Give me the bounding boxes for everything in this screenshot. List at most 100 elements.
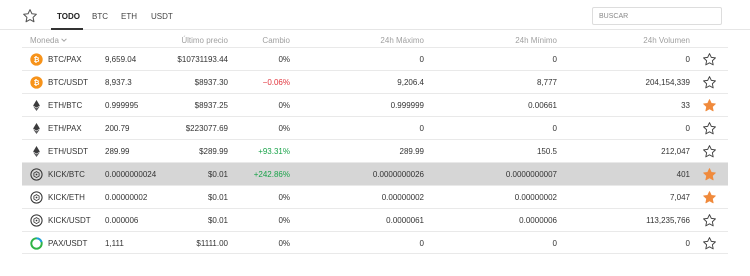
- pair-label: BTC/USDT: [48, 78, 88, 87]
- table-row[interactable]: KICK/BTC 0.0000000024 $0.01 +242.86% 0.00000…: [22, 162, 728, 185]
- change-value: +93.31%: [258, 147, 290, 156]
- last-value: 0.000006: [105, 216, 139, 225]
- last-price: $0.01: [207, 193, 228, 202]
- low-value: 0.0000006: [519, 216, 557, 225]
- low-value: 0: [552, 239, 557, 248]
- star-filled-icon[interactable]: [702, 167, 717, 182]
- low-value: 0.00661: [528, 101, 557, 110]
- table-row[interactable]: BTC/PAX 9,659.04 $10731193.44 0% 0 0 0: [22, 47, 728, 70]
- table-row[interactable]: ETH/BTC 0.999995 $8937.25 0% 0.999999 0.00661…: [22, 93, 728, 116]
- table-row[interactable]: KICK/ETH 0.00000002 $0.01 0% 0.00000002 0.000…: [22, 185, 728, 208]
- btc-icon: [30, 53, 43, 66]
- high-value: 9,206.4: [397, 78, 424, 87]
- star-filled-icon[interactable]: [702, 98, 717, 113]
- last-price: $0.01: [207, 170, 228, 179]
- table-row[interactable]: ETH/PAX 200.79 $223077.69 0% 0 0 0: [22, 116, 728, 139]
- star-outline-icon[interactable]: [702, 121, 717, 136]
- last-value: 289.99: [105, 147, 130, 156]
- table-row[interactable]: ETH/USDT 289.99 $289.99 +93.31% 289.99 150.5 2…: [22, 139, 728, 162]
- eth-icon: [30, 145, 43, 158]
- high-value: 0: [419, 239, 424, 248]
- low-value: 0.0000000007: [505, 170, 557, 179]
- low-value: 0: [552, 55, 557, 64]
- pair-label: KICK/USDT: [48, 216, 91, 225]
- star-outline-icon[interactable]: [702, 213, 717, 228]
- pair-label: ETH/BTC: [48, 101, 83, 110]
- change-value: +242.86%: [253, 170, 290, 179]
- volume-value: 0: [685, 55, 690, 64]
- search-input[interactable]: [592, 7, 722, 25]
- column-header-last-price: Último precio: [181, 36, 228, 45]
- column-header-volume: 24h Volumen: [643, 36, 690, 45]
- favorites-star-icon[interactable]: [22, 8, 38, 24]
- eth-icon: [30, 122, 43, 135]
- pair-label: KICK/ETH: [48, 193, 85, 202]
- last-value: 200.79: [105, 124, 130, 133]
- eth-icon: [30, 99, 43, 112]
- high-value: 0.0000061: [386, 216, 424, 225]
- tab-todo[interactable]: TODO: [57, 12, 80, 21]
- star-outline-icon[interactable]: [702, 144, 717, 159]
- star-outline-icon[interactable]: [702, 236, 717, 251]
- kick-icon: [30, 191, 43, 204]
- tab-btc[interactable]: BTC: [92, 12, 108, 21]
- last-price: $1111.00: [196, 239, 228, 248]
- volume-value: 401: [676, 170, 690, 179]
- pair-label: ETH/PAX: [48, 124, 82, 133]
- pair-label: PAX/USDT: [48, 239, 88, 248]
- change-value: 0%: [278, 124, 290, 133]
- low-value: 0: [552, 124, 557, 133]
- last-price: $0.01: [207, 216, 228, 225]
- last-value: 9,659.04: [105, 55, 137, 64]
- volume-value: 33: [681, 101, 690, 110]
- pax-icon: [30, 237, 43, 250]
- high-value: 0.00000002: [381, 193, 424, 202]
- tab-eth[interactable]: ETH: [121, 12, 137, 21]
- last-price: $289.99: [199, 147, 228, 156]
- pair-label: BTC/PAX: [48, 55, 82, 64]
- last-value: 0.999995: [105, 101, 139, 110]
- last-price: $8937.25: [194, 101, 228, 110]
- column-header-low: 24h Mínimo: [515, 36, 557, 45]
- chevron-down-icon[interactable]: [60, 36, 68, 44]
- high-value: 0.999999: [390, 101, 424, 110]
- last-value: 1,111: [105, 239, 124, 248]
- kick-icon: [30, 214, 43, 227]
- tab-usdt[interactable]: USDT: [151, 12, 173, 21]
- change-value: −0.06%: [262, 78, 290, 87]
- last-price: $223077.69: [185, 124, 228, 133]
- star-outline-icon[interactable]: [702, 75, 717, 90]
- high-value: 0: [419, 55, 424, 64]
- change-value: 0%: [278, 239, 290, 248]
- last-price: $10731193.44: [177, 55, 228, 64]
- high-value: 289.99: [399, 147, 424, 156]
- volume-value: 0: [685, 124, 690, 133]
- volume-value: 212,047: [661, 147, 690, 156]
- volume-value: 7,047: [669, 193, 690, 202]
- volume-value: 113,235,766: [646, 216, 690, 225]
- last-price: $8937.30: [194, 78, 228, 87]
- table-row[interactable]: PAX/USDT 1,111 $1111.00 0% 0 0 0: [22, 231, 728, 254]
- low-value: 150.5: [536, 147, 557, 156]
- high-value: 0.0000000026: [372, 170, 424, 179]
- kick-icon: [30, 168, 43, 181]
- column-header-change: Cambio: [262, 36, 290, 45]
- change-value: 0%: [278, 101, 290, 110]
- column-header-coin[interactable]: Moneda: [30, 36, 59, 45]
- last-value: 0.0000000024: [105, 170, 157, 179]
- last-value: 0.00000002: [105, 193, 148, 202]
- low-value: 8,777: [536, 78, 557, 87]
- star-outline-icon[interactable]: [702, 52, 717, 67]
- column-header-high: 24h Máximo: [380, 36, 424, 45]
- btc-icon: [30, 76, 43, 89]
- change-value: 0%: [278, 216, 290, 225]
- change-value: 0%: [278, 55, 290, 64]
- active-tab-indicator: [51, 28, 83, 30]
- high-value: 0: [419, 124, 424, 133]
- market-tabs-bar: TODO BTC ETH USDT: [0, 0, 750, 30]
- pair-label: KICK/BTC: [48, 170, 85, 179]
- last-value: 8,937.3: [105, 78, 132, 87]
- table-row[interactable]: KICK/USDT 0.000006 $0.01 0% 0.0000061 0.00000…: [22, 208, 728, 231]
- star-filled-icon[interactable]: [702, 190, 717, 205]
- table-row[interactable]: BTC/USDT 8,937.3 $8937.30 −0.06% 9,206.4 8,77…: [22, 70, 728, 93]
